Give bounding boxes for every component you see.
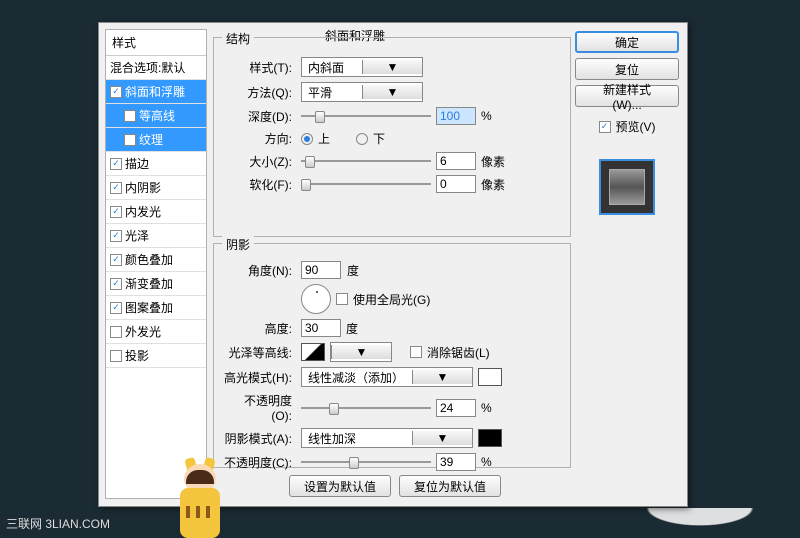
checkbox-icon[interactable] — [124, 110, 136, 122]
technique-label: 方法(Q): — [224, 84, 296, 101]
direction-down-radio[interactable] — [356, 133, 368, 145]
chevron-down-icon: ▼ — [331, 345, 391, 359]
shadow-color-swatch[interactable] — [478, 429, 502, 447]
checkbox-icon[interactable]: ✓ — [110, 158, 122, 170]
style-label: 样式(T): — [224, 59, 296, 76]
sidebar-outer-glow[interactable]: 外发光 — [106, 320, 206, 344]
checkbox-icon[interactable]: ✓ — [110, 254, 122, 266]
shadow-opacity-slider[interactable] — [301, 455, 431, 469]
sidebar-pattern-overlay[interactable]: ✓图案叠加 — [106, 296, 206, 320]
angle-label: 角度(N): — [224, 262, 296, 279]
chevron-down-icon: ▼ — [362, 60, 422, 74]
preview-checkbox[interactable]: ✓ — [599, 121, 611, 133]
depth-input[interactable] — [436, 107, 476, 125]
structure-label: 结构 — [222, 30, 254, 47]
chevron-down-icon: ▼ — [362, 85, 422, 99]
new-style-button[interactable]: 新建样式(W)... — [575, 85, 679, 107]
styles-sidebar: 样式 混合选项:默认 ✓斜面和浮雕 等高线 纹理 ✓描边 ✓内阴影 ✓内发光 ✓… — [105, 29, 207, 499]
altitude-label: 高度: — [224, 320, 296, 337]
chevron-down-icon: ▼ — [412, 431, 472, 445]
checkbox-icon[interactable] — [124, 134, 136, 146]
depth-label: 深度(D): — [224, 108, 296, 125]
highlight-mode-label: 高光模式(H): — [224, 369, 296, 386]
sidebar-contour[interactable]: 等高线 — [106, 104, 206, 128]
shading-label: 阴影 — [222, 236, 254, 253]
angle-input[interactable] — [301, 261, 341, 279]
gloss-contour-picker[interactable] — [301, 343, 325, 361]
size-input[interactable] — [436, 152, 476, 170]
highlight-color-swatch[interactable] — [478, 368, 502, 386]
checkbox-icon[interactable] — [110, 326, 122, 338]
antialias-checkbox[interactable] — [410, 346, 422, 358]
shadow-opacity-input[interactable] — [436, 453, 476, 471]
sidebar-satin[interactable]: ✓光泽 — [106, 224, 206, 248]
checkbox-icon[interactable]: ✓ — [110, 230, 122, 242]
highlight-opacity-input[interactable] — [436, 399, 476, 417]
checkbox-icon[interactable]: ✓ — [110, 206, 122, 218]
technique-dropdown[interactable]: 平滑▼ — [301, 82, 423, 102]
structure-group: 结构 样式(T): 内斜面▼ 方法(Q): 平滑▼ 深度(D): % 方向: 上… — [213, 37, 571, 237]
size-label: 大小(Z): — [224, 153, 296, 170]
gloss-contour-dropdown[interactable]: ▼ — [330, 342, 392, 362]
shadow-opacity-label: 不透明度(C): — [224, 454, 296, 471]
sidebar-drop-shadow[interactable]: 投影 — [106, 344, 206, 368]
shading-group: 阴影 角度(N): 度 使用全局光(G) 高度: 度 — [213, 243, 571, 468]
sidebar-blend-options[interactable]: 混合选项:默认 — [106, 56, 206, 80]
sidebar-bevel-emboss[interactable]: ✓斜面和浮雕 — [106, 80, 206, 104]
checkbox-icon[interactable]: ✓ — [110, 182, 122, 194]
sidebar-gradient-overlay[interactable]: ✓渐变叠加 — [106, 272, 206, 296]
shadow-mode-label: 阴影模式(A): — [224, 430, 296, 447]
checkbox-icon[interactable]: ✓ — [110, 86, 122, 98]
soften-input[interactable] — [436, 175, 476, 193]
layer-style-dialog: 样式 混合选项:默认 ✓斜面和浮雕 等高线 纹理 ✓描边 ✓内阴影 ✓内发光 ✓… — [98, 22, 688, 507]
sidebar-color-overlay[interactable]: ✓颜色叠加 — [106, 248, 206, 272]
altitude-input[interactable] — [301, 319, 341, 337]
highlight-opacity-slider[interactable] — [301, 401, 431, 415]
sidebar-texture[interactable]: 纹理 — [106, 128, 206, 152]
preview-thumbnail — [599, 159, 655, 215]
global-light-label: 使用全局光(G) — [353, 291, 430, 308]
highlight-opacity-label: 不透明度(O): — [224, 392, 296, 423]
reset-default-button[interactable]: 复位为默认值 — [399, 475, 501, 497]
angle-dial[interactable] — [301, 284, 331, 314]
soften-slider[interactable] — [301, 177, 431, 191]
gloss-contour-label: 光泽等高线: — [224, 344, 296, 361]
percent-label: % — [481, 109, 492, 123]
checkbox-icon[interactable]: ✓ — [110, 302, 122, 314]
depth-slider[interactable] — [301, 109, 431, 123]
ok-button[interactable]: 确定 — [575, 31, 679, 53]
chevron-down-icon: ▼ — [412, 370, 472, 384]
sidebar-inner-glow[interactable]: ✓内发光 — [106, 200, 206, 224]
checkbox-icon[interactable] — [110, 350, 122, 362]
cancel-button[interactable]: 复位 — [575, 58, 679, 80]
checkbox-icon[interactable]: ✓ — [110, 278, 122, 290]
set-default-button[interactable]: 设置为默认值 — [289, 475, 391, 497]
style-dropdown[interactable]: 内斜面▼ — [301, 57, 423, 77]
mascot-icon — [172, 458, 228, 538]
antialias-label: 消除锯齿(L) — [427, 344, 490, 361]
global-light-checkbox[interactable] — [336, 293, 348, 305]
shadow-mode-dropdown[interactable]: 线性加深▼ — [301, 428, 473, 448]
size-slider[interactable] — [301, 154, 431, 168]
sidebar-stroke[interactable]: ✓描边 — [106, 152, 206, 176]
soften-label: 软化(F): — [224, 176, 296, 193]
highlight-mode-dropdown[interactable]: 线性减淡（添加）▼ — [301, 367, 473, 387]
styles-header: 样式 — [106, 30, 206, 56]
dialog-actions: 确定 复位 新建样式(W)... ✓ 预览(V) — [575, 31, 679, 215]
preview-label: 预览(V) — [616, 118, 656, 135]
watermark: 三联网 3LIAN.COM — [6, 515, 110, 532]
px-label: 像素 — [481, 176, 505, 193]
sidebar-inner-shadow[interactable]: ✓内阴影 — [106, 176, 206, 200]
px-label: 像素 — [481, 153, 505, 170]
direction-up-radio[interactable] — [301, 133, 313, 145]
direction-label: 方向: — [224, 130, 296, 147]
